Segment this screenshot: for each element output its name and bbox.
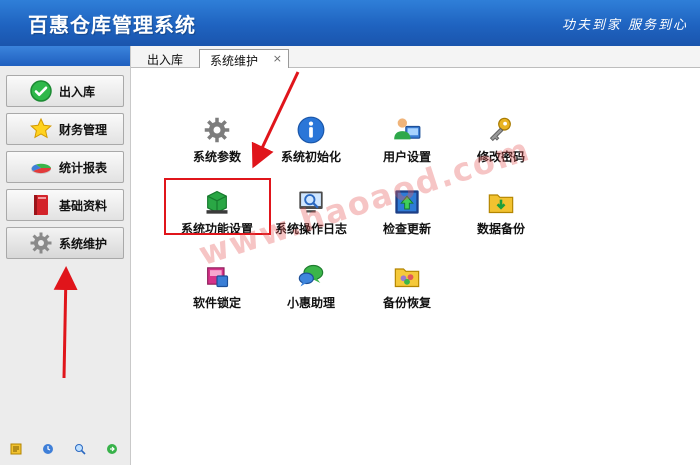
pie-chart-icon — [29, 155, 53, 179]
tile-label: 系统操作日志 — [274, 222, 347, 236]
sidebar-item-inbound-outbound[interactable]: 出入库 — [6, 75, 124, 107]
update-icon — [393, 188, 421, 216]
tile-software-lock[interactable]: 软件锁定 — [165, 262, 269, 311]
backup-folder-icon — [487, 188, 515, 216]
sidebar-item-basic-data[interactable]: 基础资料 — [6, 189, 124, 221]
sidebar: 出入库 财务管理 统计报表 基础资料 系统维护 — [0, 46, 131, 465]
sidebar-item-label: 出入库 — [59, 84, 96, 99]
exit-icon[interactable] — [106, 443, 118, 455]
sidebar-item-finance[interactable]: 财务管理 — [6, 113, 124, 145]
book-icon — [29, 193, 53, 217]
app-title: 百惠仓库管理系统 — [28, 13, 196, 37]
tile-label: 用户设置 — [382, 150, 431, 164]
sidebar-item-system-maintenance[interactable]: 系统维护 — [6, 227, 124, 259]
sidebar-item-label: 财务管理 — [59, 122, 108, 137]
tile-user-settings[interactable]: 用户设置 — [355, 116, 459, 165]
log-icon — [297, 188, 325, 216]
tab-system-maintenance[interactable]: 系统维护 × — [199, 49, 289, 68]
tile-label: 数据备份 — [476, 222, 525, 236]
star-icon — [29, 117, 53, 141]
info-icon — [297, 116, 325, 144]
tab-label: 系统维护 — [210, 54, 259, 68]
check-circle-icon — [29, 79, 53, 103]
user-icon — [393, 116, 421, 144]
tile-label: 系统初始化 — [280, 150, 341, 164]
app-slogan: 功夫到家 服务到心 — [561, 18, 688, 33]
sidebar-item-label: 统计报表 — [59, 160, 108, 175]
tile-label: 小惠助理 — [286, 296, 335, 310]
tile-data-backup[interactable]: 数据备份 — [449, 188, 553, 237]
tile-system-parameters[interactable]: 系统参数 — [165, 116, 269, 165]
note-icon[interactable] — [10, 443, 22, 455]
content-panel: 系统参数 系统初始化 用户设置 修改密码 系统功能设置 系统操作日志 检查更新 … — [131, 68, 700, 465]
gear-icon — [203, 116, 231, 144]
tile-xiaohui-assistant[interactable]: 小惠助理 — [259, 262, 363, 311]
tile-label: 备份恢复 — [382, 296, 431, 310]
search-icon[interactable] — [74, 443, 86, 455]
tab-bar: 出入库 系统维护 × — [131, 46, 700, 68]
tab-close-icon[interactable]: × — [273, 52, 282, 65]
tile-label: 系统参数 — [192, 150, 241, 164]
title-bar: 百惠仓库管理系统 功夫到家 服务到心 — [0, 0, 700, 46]
tile-check-update[interactable]: 检查更新 — [355, 188, 459, 237]
tab-inbound-outbound[interactable]: 出入库 — [137, 49, 193, 68]
restore-folder-icon — [393, 262, 421, 290]
sidebar-header — [0, 46, 130, 66]
tile-system-initialize[interactable]: 系统初始化 — [259, 116, 363, 165]
highlight-box — [164, 178, 271, 235]
sidebar-item-label: 系统维护 — [59, 236, 108, 251]
tile-label: 修改密码 — [476, 150, 525, 164]
tile-label: 软件锁定 — [192, 296, 241, 310]
clock-icon[interactable] — [42, 443, 54, 455]
lock-icon — [203, 262, 231, 290]
tile-backup-restore[interactable]: 备份恢复 — [355, 262, 459, 311]
sidebar-item-label: 基础资料 — [59, 198, 108, 213]
chat-assistant-icon — [297, 262, 325, 290]
key-icon — [487, 116, 515, 144]
tile-system-operation-log[interactable]: 系统操作日志 — [259, 188, 363, 237]
tile-change-password[interactable]: 修改密码 — [449, 116, 553, 165]
sidebar-bottom-toolbar — [10, 443, 118, 455]
tile-label: 检查更新 — [382, 222, 431, 236]
sidebar-item-reports[interactable]: 统计报表 — [6, 151, 124, 183]
gear-icon — [29, 231, 53, 255]
